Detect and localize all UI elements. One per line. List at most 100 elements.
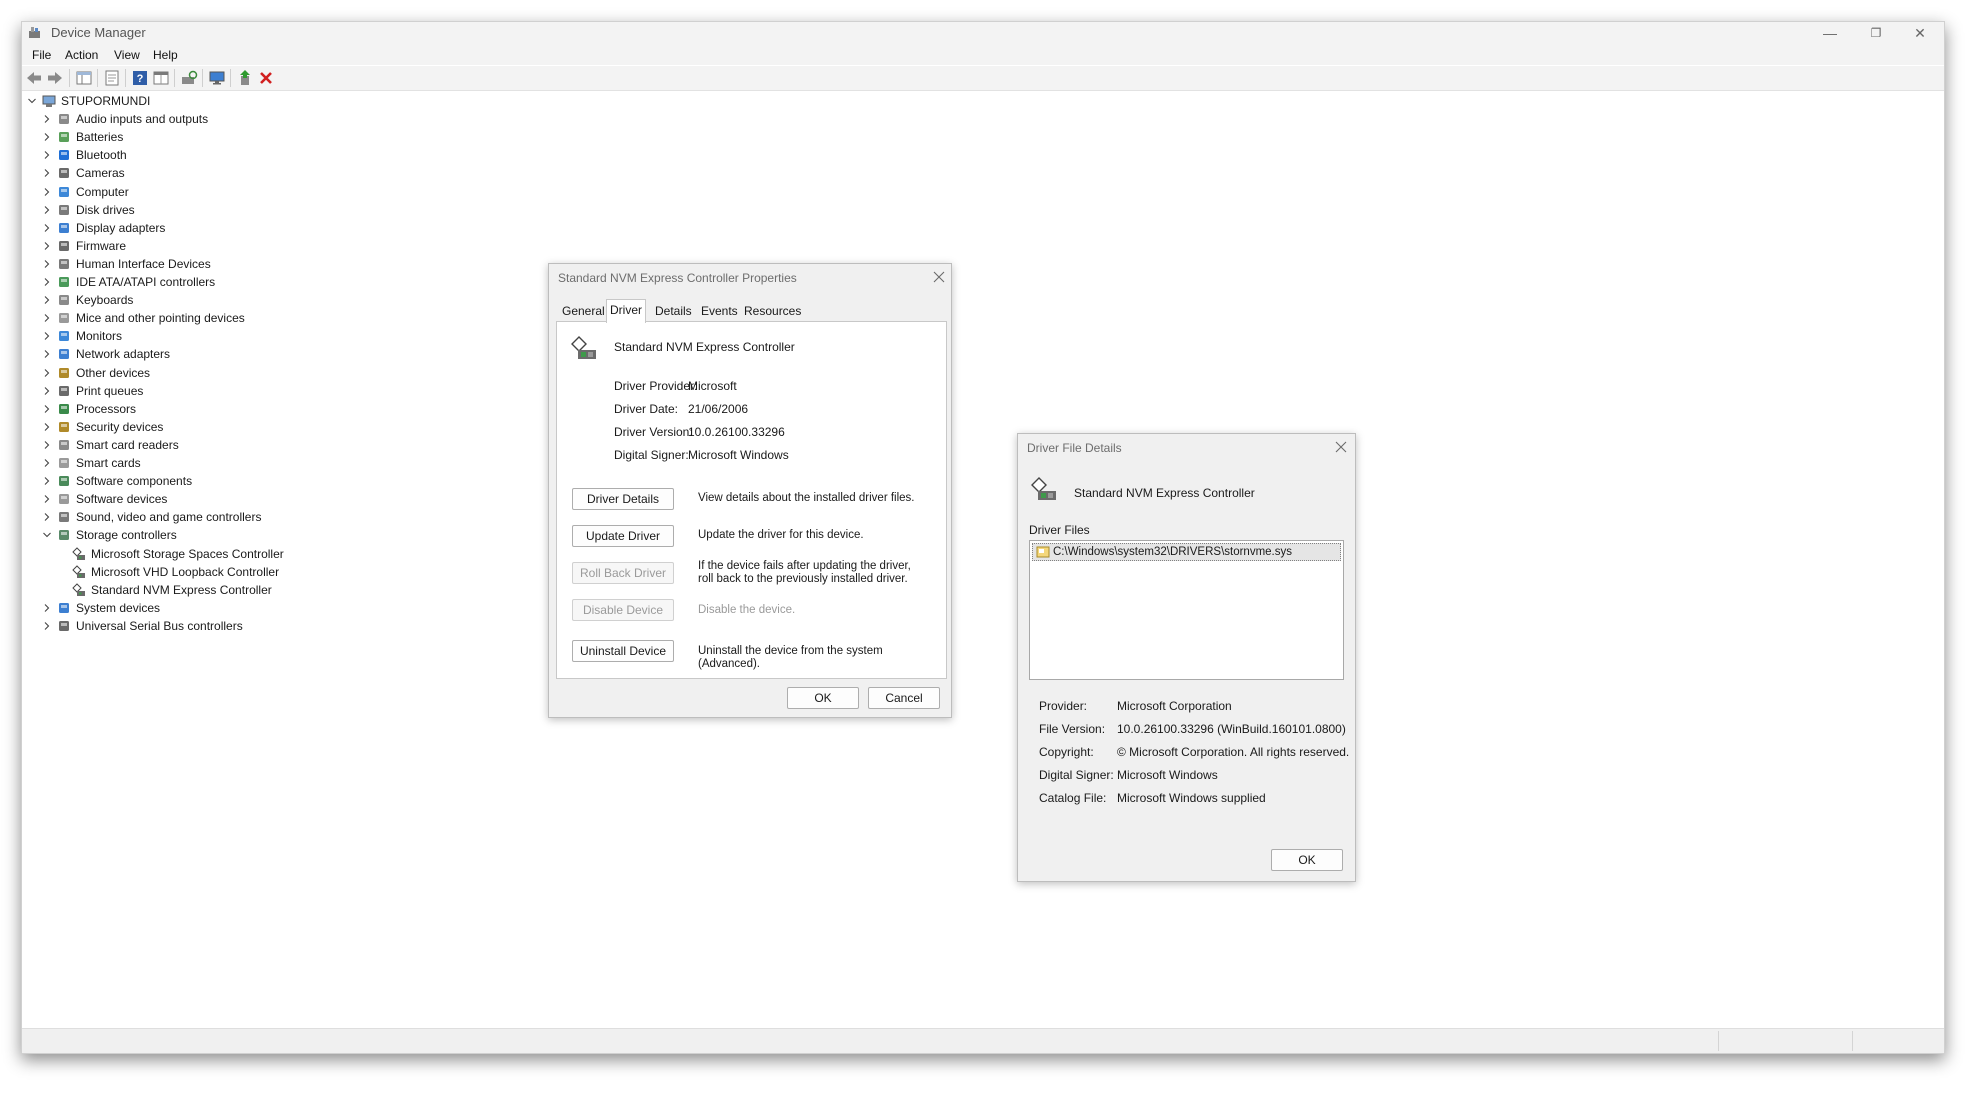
properties-icon[interactable] bbox=[103, 69, 121, 87]
tab-driver[interactable]: Driver bbox=[606, 299, 646, 323]
driver-file-path: C:\Windows\system32\DRIVERS\stornvme.sys bbox=[1053, 546, 1293, 558]
help-icon[interactable]: ? bbox=[131, 69, 149, 87]
chevron-right-icon[interactable] bbox=[43, 332, 51, 341]
sound-controller-icon bbox=[59, 512, 69, 523]
file-version-value: 10.0.26100.33296 (WinBuild.160101.0800) bbox=[1117, 722, 1346, 736]
tree-item-label: Standard NVM Express Controller bbox=[91, 582, 272, 597]
status-divider bbox=[1718, 1031, 1719, 1051]
uninstall-device-desc: Uninstall the device from the system (Ad… bbox=[698, 645, 883, 670]
disable-device-desc: Disable the device. bbox=[698, 604, 796, 616]
chevron-right-icon[interactable] bbox=[43, 223, 51, 232]
menu-action[interactable]: Action bbox=[65, 48, 98, 62]
driver-files-list[interactable]: C:\Windows\system32\DRIVERS\stornvme.sys bbox=[1029, 540, 1344, 680]
system-device-icon bbox=[59, 602, 69, 613]
processor-icon bbox=[59, 403, 69, 414]
chevron-right-icon[interactable] bbox=[43, 296, 51, 304]
chevron-down-icon[interactable] bbox=[43, 531, 51, 539]
chevron-right-icon[interactable] bbox=[43, 350, 51, 359]
storage-device-icon bbox=[72, 546, 85, 560]
chevron-right-icon[interactable] bbox=[43, 441, 51, 449]
chevron-right-icon[interactable] bbox=[43, 187, 51, 196]
tree-item-label: Sound, video and game controllers bbox=[76, 510, 262, 525]
close-button[interactable]: ✕ bbox=[1898, 22, 1942, 45]
chevron-right-icon[interactable] bbox=[43, 169, 51, 178]
file-details-dialog-title: Driver File Details bbox=[1027, 441, 1122, 455]
file-details-ok-button[interactable]: OK bbox=[1271, 849, 1343, 871]
update-driver-button[interactable]: Update Driver bbox=[572, 525, 674, 547]
tree-item-label: Microsoft Storage Spaces Controller bbox=[91, 546, 284, 561]
storage-controller-icon bbox=[1031, 477, 1056, 500]
tree-item-label: Keyboards bbox=[76, 293, 134, 308]
chevron-right-icon[interactable] bbox=[43, 133, 51, 142]
network-adapter-icon bbox=[59, 349, 69, 360]
printer-icon bbox=[59, 385, 69, 396]
properties-cancel-button[interactable]: Cancel bbox=[868, 687, 940, 709]
driver-version-value: 10.0.26100.33296 bbox=[688, 425, 785, 439]
minimize-button[interactable]: — bbox=[1808, 22, 1852, 45]
chevron-right-icon[interactable] bbox=[43, 513, 51, 522]
tree-item-label: Disk drives bbox=[76, 202, 135, 217]
toolbar-separator bbox=[97, 69, 98, 87]
driver-details-desc: View details about the installed driver … bbox=[698, 492, 915, 504]
chevron-right-icon[interactable] bbox=[43, 151, 51, 160]
forward-arrow-icon[interactable] bbox=[46, 69, 64, 87]
tree-item-label: Processors bbox=[76, 401, 137, 416]
driver-file-item[interactable]: C:\Windows\system32\DRIVERS\stornvme.sys bbox=[1032, 543, 1341, 561]
catalog-file-value: Microsoft Windows supplied bbox=[1117, 791, 1266, 805]
view-icon[interactable] bbox=[152, 69, 170, 87]
chevron-right-icon[interactable] bbox=[43, 115, 51, 123]
chevron-right-icon[interactable] bbox=[43, 622, 51, 630]
software-device-icon bbox=[59, 494, 69, 505]
chevron-right-icon[interactable] bbox=[43, 368, 51, 377]
chevron-right-icon[interactable] bbox=[43, 278, 51, 286]
driver-date-value: 21/06/2006 bbox=[688, 402, 749, 416]
monitor-icon bbox=[59, 331, 69, 342]
disable-device-button[interactable]: Disable Device bbox=[572, 599, 674, 621]
menu-view[interactable]: View bbox=[114, 48, 140, 62]
tab-resources[interactable]: Resources bbox=[741, 301, 804, 321]
back-arrow-icon[interactable] bbox=[25, 69, 43, 87]
maximize-button[interactable]: ❐ bbox=[1854, 22, 1898, 45]
monitor-icon[interactable] bbox=[208, 69, 226, 87]
show-hide-tree-icon[interactable] bbox=[75, 69, 93, 87]
tree-item-label: Monitors bbox=[76, 329, 123, 344]
provider-label: Provider: bbox=[1039, 699, 1088, 713]
chevron-right-icon[interactable] bbox=[43, 314, 51, 323]
uninstall-device-button[interactable]: Uninstall Device bbox=[572, 640, 674, 662]
uninstall-x-icon[interactable] bbox=[257, 69, 275, 87]
mouse-icon bbox=[59, 313, 69, 324]
chevron-right-icon[interactable] bbox=[43, 241, 51, 250]
menu-help[interactable]: Help bbox=[153, 48, 178, 62]
chevron-right-icon[interactable] bbox=[43, 459, 51, 467]
menu-file[interactable]: File bbox=[32, 48, 51, 62]
chevron-right-icon[interactable] bbox=[43, 260, 51, 268]
driver-details-button[interactable]: Driver Details bbox=[572, 488, 674, 510]
tree-item-label: Smart card readers bbox=[76, 437, 179, 452]
other-devices-icon bbox=[59, 367, 69, 378]
chevron-right-icon[interactable] bbox=[43, 495, 51, 504]
roll-back-driver-button[interactable]: Roll Back Driver bbox=[572, 562, 674, 584]
title-bar[interactable]: Device Manager — ❐ ✕ bbox=[22, 22, 1944, 45]
file-details-close-icon[interactable] bbox=[1334, 440, 1348, 454]
add-driver-icon[interactable] bbox=[236, 69, 254, 87]
tab-events[interactable]: Events bbox=[698, 301, 741, 321]
properties-close-icon[interactable] bbox=[932, 270, 946, 284]
tab-general[interactable]: General bbox=[559, 301, 608, 321]
scan-hardware-icon[interactable] bbox=[180, 69, 198, 87]
driver-date-label: Driver Date: bbox=[614, 402, 679, 416]
chevron-down-icon[interactable] bbox=[28, 97, 36, 105]
toolbar-separator bbox=[174, 69, 175, 87]
digital-signer-label: Digital Signer: bbox=[614, 448, 689, 462]
tab-details[interactable]: Details bbox=[652, 301, 695, 321]
chevron-right-icon[interactable] bbox=[43, 404, 51, 413]
chevron-right-icon[interactable] bbox=[43, 205, 51, 214]
chevron-right-icon[interactable] bbox=[43, 477, 51, 485]
battery-icon bbox=[59, 132, 69, 143]
chevron-right-icon[interactable] bbox=[43, 386, 51, 395]
chevron-right-icon[interactable] bbox=[43, 422, 51, 431]
chevron-right-icon[interactable] bbox=[43, 603, 51, 612]
toolbar-separator bbox=[69, 69, 70, 87]
security-device-icon bbox=[59, 421, 69, 432]
driver-tab-panel: Standard NVM Express Controller Driver P… bbox=[556, 321, 947, 679]
properties-ok-button[interactable]: OK bbox=[787, 687, 859, 709]
